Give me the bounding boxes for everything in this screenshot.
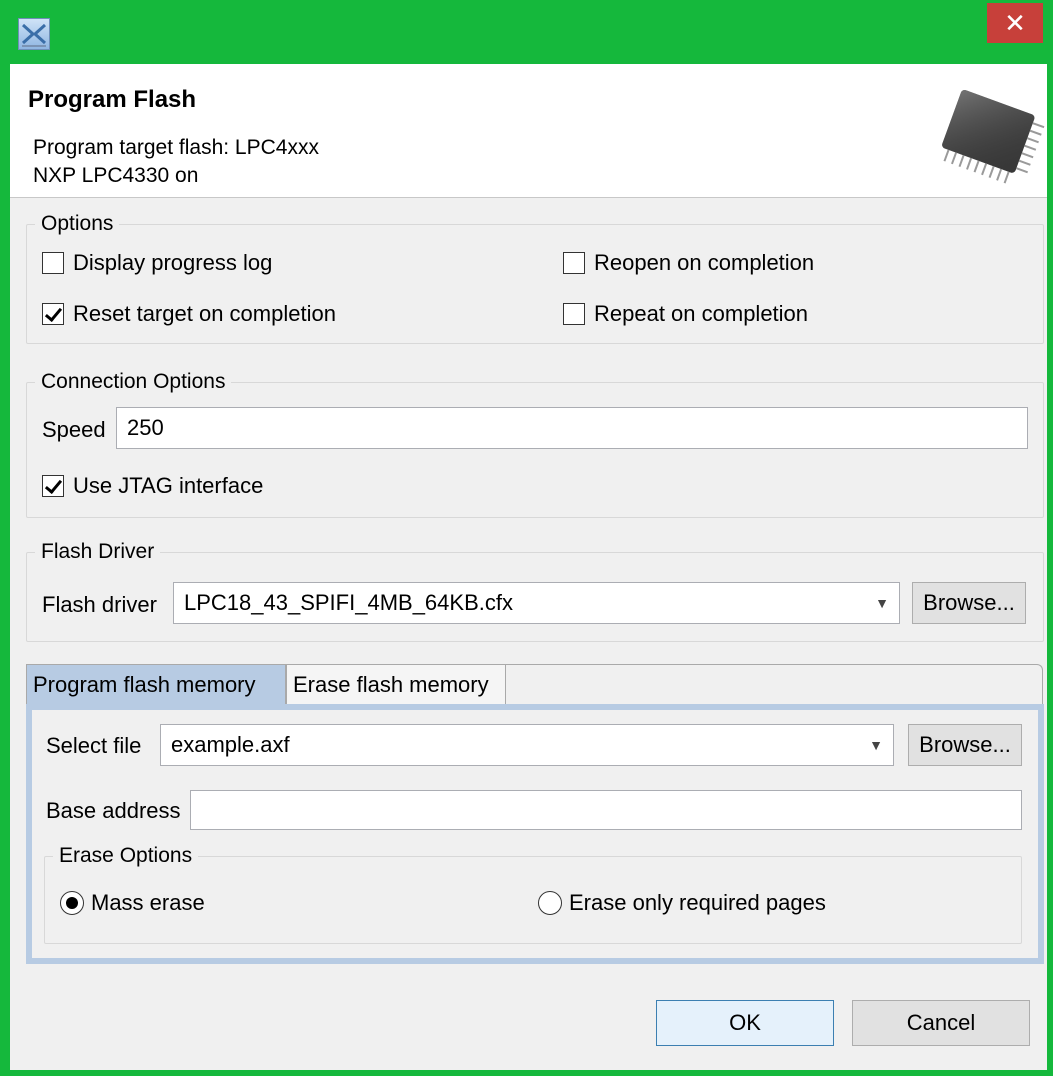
dropdown-arrow-icon[interactable]: ▼ <box>865 583 899 623</box>
mass-erase-radio-circle[interactable] <box>60 891 84 915</box>
dialog-header: Program Flash Program target flash: LPC4… <box>10 64 1047 198</box>
dialog-window: ✕ Program Flash Program target flash: LP… <box>0 0 1053 1076</box>
cancel-button[interactable]: Cancel <box>852 1000 1030 1046</box>
reopen-on-completion-label: Reopen on completion <box>594 250 815 275</box>
page-title: Program Flash <box>28 86 197 113</box>
display-progress-log-label: Display progress log <box>73 250 273 275</box>
tab-panel: Select file example.axf ▼ Browse... Base… <box>26 704 1044 964</box>
speed-value: 250 <box>127 415 164 440</box>
tab-area: Program flash memory Erase flash memory … <box>26 664 1044 964</box>
repeat-on-completion-label: Repeat on completion <box>594 301 809 326</box>
repeat-on-completion-checkbox[interactable]: Repeat on completion <box>563 301 808 327</box>
mass-erase-radio[interactable]: Mass erase <box>60 890 205 916</box>
tab-erase-flash-memory[interactable]: Erase flash memory <box>286 664 506 704</box>
flash-driver-browse-button[interactable]: Browse... <box>912 582 1026 624</box>
header-message: Program target flash: LPC4xxx NXP LPC433… <box>33 134 319 190</box>
use-jtag-box[interactable] <box>42 475 64 497</box>
app-icon <box>18 18 50 50</box>
dropdown-arrow-icon[interactable]: ▼ <box>859 725 893 765</box>
speed-label: Speed <box>42 417 106 442</box>
tab-strip: Program flash memory Erase flash memory <box>26 664 1044 704</box>
speed-input[interactable]: 250 <box>116 407 1028 449</box>
close-button[interactable]: ✕ <box>987 3 1043 43</box>
erase-options-legend: Erase Options <box>59 844 193 867</box>
connection-options-legend: Connection Options <box>41 370 226 393</box>
options-legend: Options <box>41 212 114 235</box>
erase-required-pages-radio[interactable]: Erase only required pages <box>538 890 826 916</box>
chip-icon <box>942 90 1045 184</box>
select-file-browse-button[interactable]: Browse... <box>908 724 1022 766</box>
erase-required-pages-radio-circle[interactable] <box>538 891 562 915</box>
close-icon: ✕ <box>1004 7 1026 38</box>
tab-program-flash-memory[interactable]: Program flash memory <box>26 664 286 704</box>
base-address-label: Base address <box>46 798 181 823</box>
flash-driver-dropdown[interactable]: LPC18_43_SPIFI_4MB_64KB.cfx ▼ <box>173 582 900 624</box>
title-bar: ✕ <box>0 0 1053 64</box>
reopen-on-completion-box[interactable] <box>563 252 585 274</box>
erase-required-pages-label: Erase only required pages <box>569 890 826 915</box>
flash-driver-value: LPC18_43_SPIFI_4MB_64KB.cfx <box>184 590 513 615</box>
reset-target-box[interactable] <box>42 303 64 325</box>
display-progress-log-checkbox[interactable]: Display progress log <box>42 250 272 276</box>
base-address-input[interactable] <box>190 790 1022 830</box>
reset-target-checkbox[interactable]: Reset target on completion <box>42 301 336 327</box>
flash-driver-label: Flash driver <box>42 592 157 617</box>
select-file-value: example.axf <box>171 732 290 757</box>
header-message-line2: NXP LPC4330 on <box>33 164 199 187</box>
select-file-label: Select file <box>46 733 142 758</box>
header-message-line1: Program target flash: LPC4xxx <box>33 136 319 159</box>
reset-target-label: Reset target on completion <box>73 301 336 326</box>
program-flash-panel: Select file example.axf ▼ Browse... Base… <box>32 710 1038 958</box>
ok-button[interactable]: OK <box>656 1000 834 1046</box>
use-jtag-label: Use JTAG interface <box>73 473 264 498</box>
select-file-dropdown[interactable]: example.axf ▼ <box>160 724 894 766</box>
repeat-on-completion-box[interactable] <box>563 303 585 325</box>
mass-erase-label: Mass erase <box>91 890 205 915</box>
tab-strip-border <box>506 664 1043 704</box>
dialog-client-area: Program Flash Program target flash: LPC4… <box>10 64 1047 1070</box>
flash-driver-legend: Flash Driver <box>41 540 155 563</box>
reopen-on-completion-checkbox[interactable]: Reopen on completion <box>563 250 814 276</box>
display-progress-log-box[interactable] <box>42 252 64 274</box>
use-jtag-checkbox[interactable]: Use JTAG interface <box>42 473 263 499</box>
